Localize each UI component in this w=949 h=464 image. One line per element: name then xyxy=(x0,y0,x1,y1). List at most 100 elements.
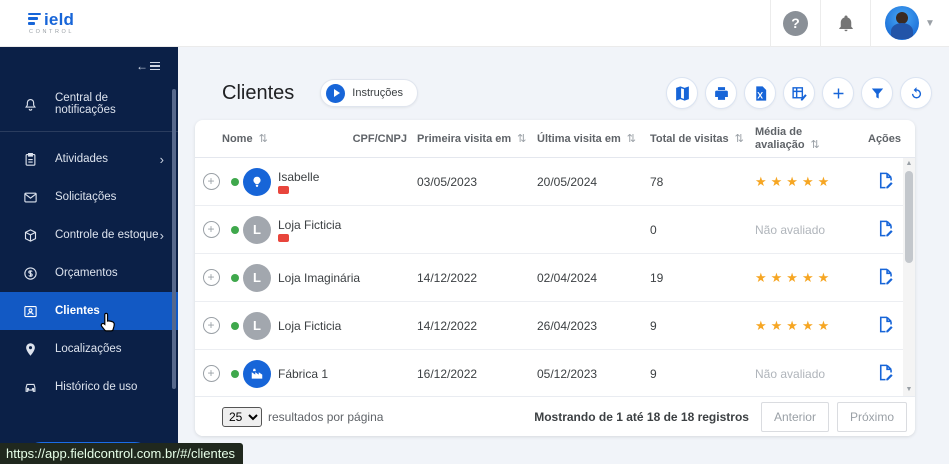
chevron-right-icon: › xyxy=(159,227,164,243)
edit-columns-button[interactable] xyxy=(783,77,815,109)
sidebar-item-label: Localizações xyxy=(55,343,122,355)
client-name[interactable]: Fábrica 1 xyxy=(278,367,328,381)
scroll-up-icon[interactable]: ▲ xyxy=(906,160,913,168)
sidebar-item-label: Orçamentos xyxy=(55,267,118,279)
cell-first-visit: 03/05/2023 xyxy=(417,174,478,189)
status-dot xyxy=(231,225,239,234)
collapse-arrow-icon: ← xyxy=(136,59,148,73)
instructions-label: Instruções xyxy=(352,87,404,99)
document-edit-icon xyxy=(879,316,893,332)
sort-icon[interactable]: ⇅ xyxy=(259,133,268,145)
cell-total-visits: 0 xyxy=(650,222,657,237)
topbar: ield CONTROL ? ▼ xyxy=(0,0,949,47)
sidebar-item-orcamentos[interactable]: Orçamentos xyxy=(0,254,178,292)
sort-icon[interactable]: ⇅ xyxy=(627,133,636,145)
table-row[interactable]: + Fábrica 1 16/12/2022 05/12/2023 9 Não … xyxy=(195,350,903,396)
sort-icon[interactable]: ⇅ xyxy=(735,133,744,145)
edit-client-button[interactable] xyxy=(876,267,895,289)
cell-last-visit: 26/04/2023 xyxy=(537,318,598,333)
expand-row-button[interactable]: + xyxy=(202,269,220,286)
table-row[interactable]: + L Loja Ficticia 0 Não avaliado xyxy=(195,206,903,254)
menu-lines-icon xyxy=(150,61,160,71)
column-header-acoes: Ações xyxy=(868,132,902,145)
column-header-nome[interactable]: Nome ⇅ xyxy=(195,132,351,145)
client-name[interactable]: Loja Ficticia xyxy=(278,218,341,232)
expand-row-button[interactable]: + xyxy=(202,221,220,238)
column-header-primeira-visita[interactable]: Primeira visita em ⇅ xyxy=(407,132,527,145)
column-header-ultima-visita[interactable]: Última visita em ⇅ xyxy=(527,132,640,145)
refresh-button[interactable] xyxy=(900,77,932,109)
client-avatar-letter: L xyxy=(243,311,271,340)
cell-rating-none: Não avaliado xyxy=(755,366,826,381)
edit-client-button[interactable] xyxy=(876,219,895,241)
sidebar-item-label: Histórico de uso xyxy=(55,381,138,393)
sidebar-item-localizacoes[interactable]: Localizações xyxy=(0,330,178,368)
coin-icon xyxy=(22,265,38,281)
sort-icon[interactable]: ⇅ xyxy=(811,139,820,151)
sidebar-scrollbar[interactable] xyxy=(172,89,176,389)
excel-file-icon xyxy=(755,85,766,101)
main-content: Clientes Instruções Nome ⇅ CPF/CNPJ Prim… xyxy=(178,47,949,464)
column-header-media-avaliacao[interactable]: Média de avaliação ⇅ xyxy=(745,126,868,151)
sidebar-item-central-de-notificacoes[interactable]: Central de notificações xyxy=(0,85,178,123)
client-name[interactable]: Isabelle xyxy=(278,170,319,184)
refresh-icon xyxy=(911,86,921,98)
next-page-button[interactable]: Próximo xyxy=(836,401,907,432)
map-pin-icon xyxy=(22,341,38,357)
status-dot xyxy=(231,273,239,282)
page-size-select[interactable]: 25 xyxy=(222,406,262,427)
cell-last-visit: 20/05/2024 xyxy=(537,174,598,189)
collapse-sidebar-button[interactable]: ← xyxy=(136,59,160,73)
sidebar-item-solicitacoes[interactable]: Solicitações xyxy=(0,178,178,216)
edit-client-button[interactable] xyxy=(876,315,895,337)
sidebar-item-label: Controle de estoque xyxy=(55,229,159,241)
add-client-button[interactable] xyxy=(822,77,854,109)
bell-icon xyxy=(22,96,38,112)
chevron-right-icon: › xyxy=(159,151,164,167)
expand-row-button[interactable]: + xyxy=(202,173,220,190)
sidebar-item-historico-de-uso[interactable]: Histórico de uso xyxy=(0,368,178,406)
cell-first-visit: 14/12/2022 xyxy=(417,270,478,285)
client-avatar-letter: L xyxy=(243,263,271,292)
table-row[interactable]: + Isabelle 03/05/2023 20/05/2024 78 ★★★★… xyxy=(195,158,903,206)
instructions-button[interactable]: Instruções xyxy=(320,79,419,107)
table-body: + Isabelle 03/05/2023 20/05/2024 78 ★★★★… xyxy=(195,158,903,396)
table-scrollbar[interactable]: ▲ ▼ xyxy=(903,158,915,396)
client-avatar-factory-icon xyxy=(243,359,271,388)
map-view-button[interactable] xyxy=(666,77,698,109)
field-control-logo[interactable]: ield CONTROL xyxy=(28,11,74,36)
sidebar-item-label: Central de notificações xyxy=(55,92,116,116)
logo-f-icon xyxy=(28,11,41,25)
sort-icon[interactable]: ⇅ xyxy=(517,133,526,145)
help-button[interactable]: ? xyxy=(771,0,820,46)
column-header-total-visitas[interactable]: Total de visitas ⇅ xyxy=(640,132,745,145)
sidebar-item-label: Atividades xyxy=(55,153,109,165)
status-dot xyxy=(231,369,239,378)
sidebar-item-atividades[interactable]: Atividades › xyxy=(0,140,178,178)
expand-row-button[interactable]: + xyxy=(202,317,220,334)
edit-client-button[interactable] xyxy=(876,171,895,193)
cell-rating-none: Não avaliado xyxy=(755,222,826,237)
filter-button[interactable] xyxy=(861,77,893,109)
map-icon xyxy=(675,85,689,101)
scroll-down-icon[interactable]: ▼ xyxy=(906,386,913,394)
print-button[interactable] xyxy=(705,77,737,109)
sidebar-item-clientes[interactable]: Clientes xyxy=(0,292,178,330)
table-row[interactable]: + L Loja Ficticia 14/12/2022 26/04/2023 … xyxy=(195,302,903,350)
red-flag-tag xyxy=(278,185,289,194)
sidebar-item-controle-de-estoque[interactable]: Controle de estoque › xyxy=(0,216,178,254)
scrollbar-thumb[interactable] xyxy=(905,171,913,263)
clients-table-card: Nome ⇅ CPF/CNPJ Primeira visita em ⇅ Últim… xyxy=(195,120,915,436)
previous-page-button[interactable]: Anterior xyxy=(760,401,829,432)
notifications-button[interactable] xyxy=(821,0,870,46)
clipboard-icon xyxy=(22,151,38,167)
user-menu[interactable]: ▼ xyxy=(871,0,949,46)
expand-row-button[interactable]: + xyxy=(202,365,220,382)
edit-client-button[interactable] xyxy=(876,363,895,385)
table-row[interactable]: + L Loja Imaginária 14/12/2022 02/04/202… xyxy=(195,254,903,302)
table-footer: 25 resultados por página Mostrando de 1 … xyxy=(195,396,915,436)
client-name[interactable]: Loja Ficticia xyxy=(278,319,341,333)
client-name[interactable]: Loja Imaginária xyxy=(278,271,360,285)
toolbar xyxy=(666,77,932,109)
export-excel-button[interactable] xyxy=(744,77,776,109)
